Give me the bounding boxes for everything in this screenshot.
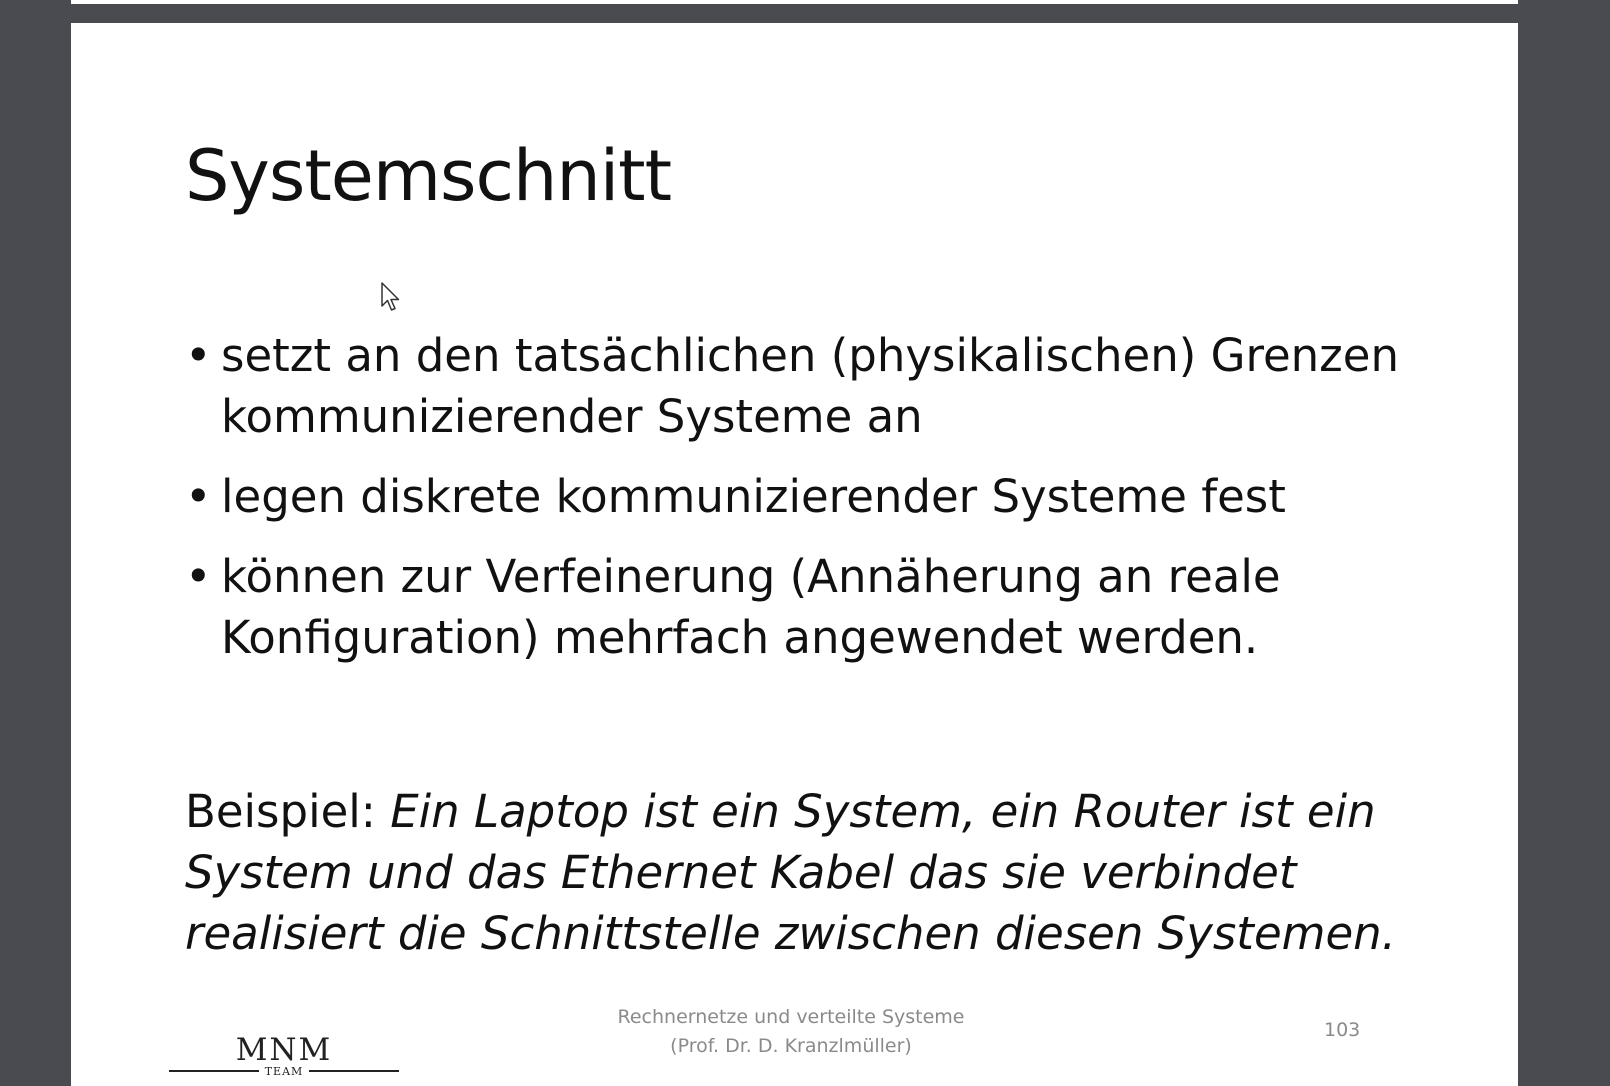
bullet-text: setzt an den tatsächlichen (physikalisch…	[221, 329, 1399, 443]
previous-slide-edge[interactable]	[71, 0, 1518, 4]
logo-text: MNM	[235, 1032, 333, 1068]
bullet-item: • setzt an den tatsächlichen (physikalis…	[185, 325, 1435, 447]
bullet-dot: •	[185, 470, 212, 523]
bullet-dot: •	[185, 329, 212, 382]
mouse-pointer-icon	[381, 282, 400, 311]
logo-subtext: TEAM	[264, 1065, 304, 1078]
presentation-viewer: Systemschnitt • setzt an den tatsächlich…	[0, 0, 1610, 1086]
bullet-text: legen diskrete kommunizierender Systeme …	[221, 470, 1286, 523]
footer-lecturer: (Prof. Dr. D. Kranzlmüller)	[670, 1035, 912, 1057]
bullet-list: • setzt an den tatsächlichen (physikalis…	[185, 325, 1435, 687]
page-number: 103	[1324, 1019, 1361, 1041]
example-paragraph: Beispiel: Ein Laptop ist ein System, ein…	[185, 781, 1445, 964]
footer-course: Rechnernetze und verteilte Systeme	[617, 1006, 965, 1028]
footer-course-info: Rechnernetze und verteilte Systeme (Prof…	[591, 1003, 991, 1061]
bullet-dot: •	[185, 550, 212, 603]
mnm-team-logo: MNM TEAM	[169, 1035, 399, 1085]
slide[interactable]: Systemschnitt • setzt an den tatsächlich…	[71, 23, 1518, 1086]
bullet-item: • können zur Verfeinerung (Annäherung an…	[185, 546, 1435, 668]
bullet-item: • legen diskrete kommunizierender System…	[185, 466, 1435, 527]
slide-title: Systemschnitt	[185, 135, 672, 217]
bullet-text: können zur Verfeinerung (Annäherung an r…	[221, 550, 1281, 664]
example-label: Beispiel:	[185, 785, 391, 838]
